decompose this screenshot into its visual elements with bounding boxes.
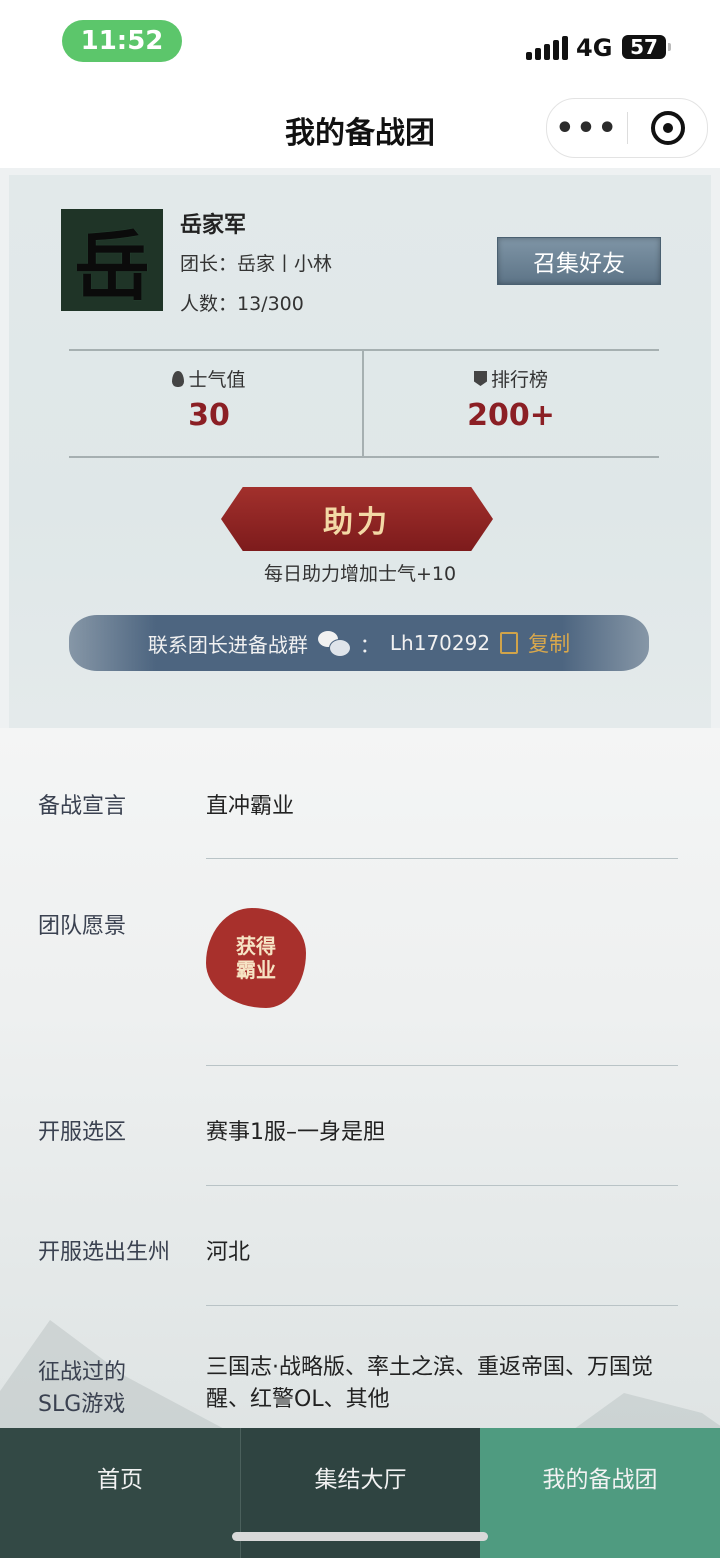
status-bar: 11:52 4G 57 <box>0 0 720 88</box>
contact-leader-banner: 联系团长进备战群 ： Lh170292 复制 <box>69 615 649 671</box>
contact-wechat-id: Lh170292 <box>389 631 491 655</box>
target-icon <box>650 111 685 145</box>
games-label-2: SLG游戏 <box>38 1392 126 1417</box>
assist-hint: 每日助力增加士气+10 <box>263 563 457 585</box>
tab-home[interactable]: 首页 <box>0 1428 240 1558</box>
team-logo-char: 岳 <box>74 222 150 311</box>
battery-icon: 57 <box>622 35 671 59</box>
zone-label: 开服选区 <box>38 1120 127 1145</box>
vision-label: 团队愿景 <box>38 914 127 939</box>
morale-label: 士气值 <box>188 369 246 391</box>
signal-icon <box>526 36 568 60</box>
row-divider <box>206 858 678 859</box>
vision-seal: 获得 霸业 <box>206 908 306 1008</box>
stats-divider-middle <box>362 351 364 456</box>
status-time: 11:52 <box>62 20 182 62</box>
more-icon[interactable]: ••• <box>547 99 627 157</box>
team-card: 岳 岳家军 团长：岳家丨小林 人数：13/300 召集好友 士气值 30 排行榜… <box>9 175 711 728</box>
home-indicator[interactable] <box>232 1532 488 1541</box>
zone-value: 赛事1服–一身是胆 <box>206 1120 385 1145</box>
tab-my-team[interactable]: 我的备战团 <box>480 1428 720 1558</box>
morale-stat: 士气值 30 <box>64 365 354 433</box>
network-type: 4G <box>576 34 613 62</box>
rank-label: 排行榜 <box>490 369 548 391</box>
games-value: 三国志·战略版、率土之滨、重返帝国、万国觉醒、红警OL、其他 <box>206 1355 653 1412</box>
team-logo: 岳 <box>61 209 163 311</box>
birth-state-value: 河北 <box>206 1240 251 1265</box>
declaration-value: 直冲霸业 <box>206 794 295 819</box>
contact-text: 联系团长进备战群 <box>147 632 308 657</box>
contact-separator: ： <box>359 632 380 657</box>
rank-value: 200+ <box>467 398 555 433</box>
mini-program-capsule: ••• <box>546 98 708 158</box>
team-leader: 团长：岳家丨小林 <box>180 253 333 275</box>
row-divider <box>206 1305 678 1306</box>
morale-value: 30 <box>188 398 230 433</box>
summon-friends-button[interactable]: 召集好友 <box>497 237 661 285</box>
stats-divider-top <box>69 349 659 351</box>
assist-button[interactable]: 助力 <box>221 487 493 551</box>
team-member-count: 人数：13/300 <box>180 293 304 315</box>
ranking-badge-icon <box>473 371 487 386</box>
vision-seal-line: 获得 <box>236 934 276 958</box>
declaration-label: 备战宣言 <box>38 794 127 819</box>
row-divider <box>206 1065 678 1066</box>
wechat-icon <box>317 631 351 657</box>
copy-button[interactable]: 复制 <box>528 628 570 658</box>
close-mini-program-button[interactable] <box>628 99 707 157</box>
birth-state-label: 开服选出生州 <box>38 1240 171 1265</box>
stats-divider-bottom <box>69 456 659 458</box>
rank-stat[interactable]: 排行榜 200+ <box>366 365 656 433</box>
row-divider <box>206 1185 678 1186</box>
nav-bar: 我的备战团 ••• <box>0 88 720 168</box>
team-name: 岳家军 <box>180 213 247 238</box>
games-label: 征战过的 <box>38 1360 127 1385</box>
flame-icon <box>172 370 185 387</box>
team-details: 备战宣言 直冲霸业 团队愿景 获得 霸业 开服选区 赛事1服–一身是胆 开服选出… <box>0 728 720 1468</box>
copy-icon[interactable] <box>500 632 519 654</box>
vision-seal-line: 霸业 <box>236 958 276 982</box>
